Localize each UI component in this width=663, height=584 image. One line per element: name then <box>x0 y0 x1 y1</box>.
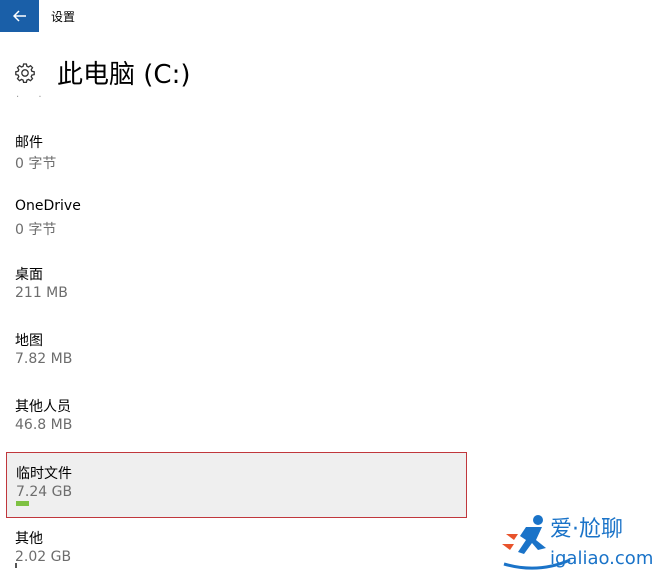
category-size: 2.02 GB <box>15 549 72 565</box>
site-watermark: 爱·尬聊 igaliao.com <box>502 515 653 570</box>
category-name: 其他人员 <box>15 399 71 415</box>
category-size: 0 字节 <box>15 156 57 172</box>
storage-category-item[interactable]: 其他人员 46.8 MB <box>6 386 467 452</box>
storage-category-item[interactable]: 其他 2.02 GB <box>6 518 467 584</box>
back-button[interactable] <box>0 0 39 32</box>
gear-icon <box>15 63 35 84</box>
usage-bar-fill <box>16 501 29 506</box>
category-name: 临时文件 <box>16 466 72 482</box>
category-size: 7.24 GB <box>16 484 73 500</box>
storage-category-item[interactable]: OneDrive 0 字节 <box>6 188 467 254</box>
watermark-url: igaliao.com <box>550 548 653 569</box>
storage-category-item[interactable]: 临时文件 7.24 GB <box>6 452 467 518</box>
category-name: 地图 <box>15 333 43 349</box>
page-title: 此电脑 (C:) <box>57 60 191 90</box>
category-size: 46.8 MB <box>15 417 73 433</box>
category-size: 211 MB <box>15 285 68 301</box>
storage-category-item[interactable]: 地图 7.82 MB <box>6 320 467 386</box>
usage-bar <box>16 501 436 506</box>
category-name: OneDrive <box>15 198 81 214</box>
back-arrow-icon <box>12 10 26 22</box>
title-bar: 设置 <box>0 0 663 32</box>
watermark-brand: 爱·尬聊 <box>550 517 623 542</box>
category-size: 7.82 MB <box>15 351 73 367</box>
storage-category-item[interactable]: 邮件 0 字节 <box>6 122 467 188</box>
category-name: 其他 <box>15 531 43 547</box>
category-name: 桌面 <box>15 267 43 283</box>
usage-bar <box>15 563 17 568</box>
storage-category-item[interactable]: 桌面 211 MB <box>6 254 467 320</box>
scrolled-content-edge: · · <box>16 92 50 103</box>
category-name: 邮件 <box>15 135 43 151</box>
app-title: 设置 <box>51 10 76 24</box>
category-size: 0 字节 <box>15 222 57 238</box>
